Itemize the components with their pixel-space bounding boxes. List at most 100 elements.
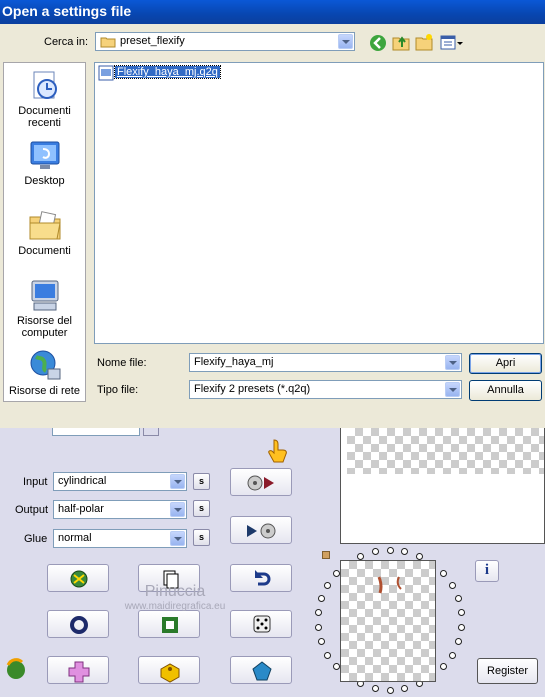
place-label: Risorse di rete xyxy=(9,385,80,397)
cancel-button[interactable]: Annulla xyxy=(469,380,542,401)
block-button[interactable] xyxy=(138,656,200,684)
place-documents[interactable]: Documenti xyxy=(4,209,85,257)
dial-dot[interactable] xyxy=(387,687,394,694)
dial-dot[interactable] xyxy=(401,685,408,692)
filename-field[interactable]: Flexify_haya_mj xyxy=(189,353,462,372)
place-desktop[interactable]: Desktop xyxy=(4,139,85,187)
handle-marker[interactable] xyxy=(322,551,330,559)
output-s-button[interactable]: s xyxy=(193,500,210,517)
chevron-down-icon[interactable] xyxy=(445,382,460,397)
place-label: Desktop xyxy=(24,175,65,187)
file-name: Flexify_haya_mj.q2q xyxy=(114,65,221,79)
output-select[interactable]: half-polar xyxy=(53,500,187,519)
save-preset-button[interactable] xyxy=(230,516,292,544)
dial-dot[interactable] xyxy=(455,638,462,645)
filetype-value: Flexify 2 presets (*.q2q) xyxy=(194,383,311,395)
input-value: cylindrical xyxy=(58,475,107,487)
input-select[interactable]: cylindrical xyxy=(53,472,187,491)
dial-dot[interactable] xyxy=(333,570,340,577)
dial-dot[interactable] xyxy=(315,624,322,631)
flexify-logo-icon xyxy=(2,655,28,681)
desktop-icon xyxy=(28,139,62,173)
dial-dot[interactable] xyxy=(401,548,408,555)
transparent-area xyxy=(347,428,544,474)
places-bar: Documenti recenti Desktop Documenti Riso… xyxy=(3,62,86,402)
glue-label: Glue xyxy=(24,533,48,545)
dial-dot[interactable] xyxy=(372,548,379,555)
chevron-down-icon[interactable] xyxy=(170,474,185,489)
look-in-combo[interactable]: preset_flexify xyxy=(95,32,355,51)
chevron-down-icon[interactable] xyxy=(170,531,185,546)
file-list[interactable]: Flexify_haya_mj.q2q xyxy=(94,62,544,344)
output-value: half-polar xyxy=(58,503,104,515)
info-icon: i xyxy=(484,562,490,578)
open-button[interactable]: Apri xyxy=(469,353,542,374)
place-network[interactable]: Risorse di rete xyxy=(4,349,85,397)
add-plus-button[interactable] xyxy=(47,656,109,684)
dial-dot[interactable] xyxy=(318,595,325,602)
dial-dot[interactable] xyxy=(324,652,331,659)
dial-dot[interactable] xyxy=(357,553,364,560)
network-places-icon xyxy=(28,349,62,383)
recent-documents-icon xyxy=(28,69,62,103)
partial-field xyxy=(52,428,140,436)
dial-dot[interactable] xyxy=(318,638,325,645)
dial-dot[interactable] xyxy=(387,547,394,554)
up-folder-icon[interactable] xyxy=(392,33,410,51)
ring-button[interactable] xyxy=(47,610,109,638)
partial-button[interactable] xyxy=(143,428,159,436)
frame-button[interactable] xyxy=(138,610,200,638)
watermark-name: Pinuccia xyxy=(144,583,206,600)
preview-image xyxy=(377,576,402,594)
view-menu-icon[interactable] xyxy=(440,35,464,51)
place-recent[interactable]: Documenti recenti xyxy=(4,69,85,129)
chevron-down-icon[interactable] xyxy=(338,34,353,49)
dice-button[interactable] xyxy=(230,610,292,638)
filename-label: Nome file: xyxy=(97,357,147,369)
load-preset-button[interactable] xyxy=(230,468,292,496)
back-icon[interactable] xyxy=(369,34,387,52)
filetype-select[interactable]: Flexify 2 presets (*.q2q) xyxy=(189,380,462,399)
place-computer[interactable]: Risorse del computer xyxy=(4,279,85,339)
glue-s-button[interactable]: s xyxy=(193,529,210,546)
dial-dot[interactable] xyxy=(449,582,456,589)
info-button[interactable]: i xyxy=(475,560,499,582)
dial-dot[interactable] xyxy=(440,570,447,577)
look-in-value: preset_flexify xyxy=(120,35,185,47)
output-label: Output xyxy=(15,504,49,516)
pointing-hand-icon xyxy=(266,438,290,464)
input-s-button[interactable]: s xyxy=(193,473,210,490)
my-documents-icon xyxy=(28,209,62,243)
new-folder-icon[interactable] xyxy=(415,33,433,51)
dial-dot[interactable] xyxy=(324,582,331,589)
dial-dot[interactable] xyxy=(440,663,447,670)
register-button[interactable]: Register xyxy=(477,658,538,684)
dial-dot[interactable] xyxy=(458,624,465,631)
gem-button[interactable] xyxy=(230,656,292,684)
filename-value: Flexify_haya_mj xyxy=(194,356,274,368)
glue-select[interactable]: normal xyxy=(53,529,187,548)
dial-dot[interactable] xyxy=(416,553,423,560)
glue-value: normal xyxy=(58,532,92,544)
chevron-down-icon[interactable] xyxy=(445,355,460,370)
chevron-down-icon[interactable] xyxy=(170,502,185,517)
preset-file-icon xyxy=(98,65,114,81)
folder-icon xyxy=(100,36,116,48)
dial-dot[interactable] xyxy=(372,685,379,692)
dial-dot[interactable] xyxy=(333,663,340,670)
dial-dot[interactable] xyxy=(315,609,322,616)
dial-dot[interactable] xyxy=(449,652,456,659)
dialog-title: Open a settings file xyxy=(2,3,132,19)
dial-dot[interactable] xyxy=(455,595,462,602)
title-bar: Open a settings file xyxy=(0,0,545,24)
place-label: Risorse del computer xyxy=(16,315,73,339)
dial-dot[interactable] xyxy=(458,609,465,616)
look-in-label: Cerca in: xyxy=(44,36,89,48)
input-preview xyxy=(340,560,436,682)
place-label: Documenti xyxy=(18,245,71,257)
output-preview xyxy=(340,428,545,544)
my-computer-icon xyxy=(28,279,62,313)
filetype-label: Tipo file: xyxy=(97,384,139,396)
watermark-url: www.maidiregrafica.eu xyxy=(124,601,226,612)
input-label: Input xyxy=(23,476,48,488)
